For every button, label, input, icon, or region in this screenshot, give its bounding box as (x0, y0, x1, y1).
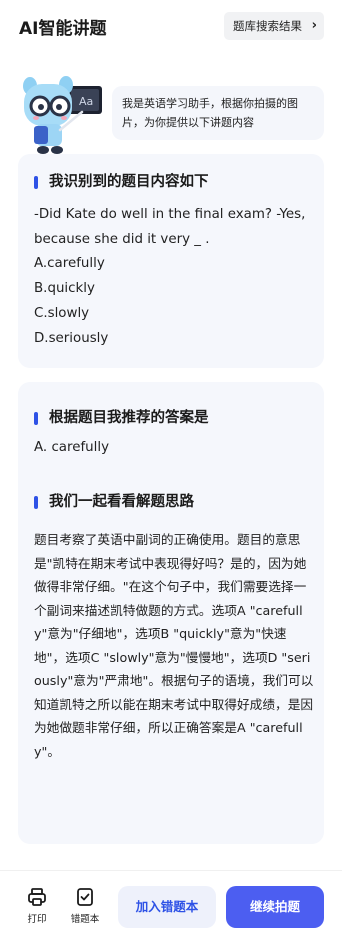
bank-search-results-button[interactable]: 题库搜索结果 › (224, 12, 324, 40)
header: AI智能讲题 题库搜索结果 › (0, 0, 342, 52)
explanation-text: 题目考察了英语中副词的正确使用。题目的意思是"凯特在期末考试中表现得好吗？是的，… (34, 532, 314, 759)
option-a: A.carefully (34, 256, 105, 271)
page-title: AI智能讲题 (19, 19, 107, 39)
explanation-title: 我们一起看看解题思路 (34, 492, 194, 512)
option-b: B.quickly (34, 281, 95, 296)
continue-photo-button[interactable]: 继续拍题 (226, 886, 324, 928)
chevron-right-icon: › (311, 18, 317, 33)
svg-text:Aa: Aa (79, 95, 93, 108)
bottom-toolbar: 打印 错题本 加入错题本 继续拍题 (0, 870, 342, 938)
intro-bubble: 我是英语学习助手，根据你拍摄的图片，为你提供以下讲题内容 (112, 86, 324, 140)
wrongbook-icon (77, 888, 93, 906)
wrongbook-button[interactable]: 错题本 (65, 887, 105, 925)
option-d: D.seriously (34, 331, 109, 346)
recognized-question-card: 我识别到的题目内容如下 -Did Kate do well in the fin… (18, 154, 324, 368)
answer-explanation-card: 根据题目我推荐的答案是 A. carefully 我们一起看看解题思路 题目考察… (18, 382, 324, 844)
print-label: 打印 (27, 914, 47, 925)
wrongbook-label: 错题本 (70, 914, 100, 925)
option-c: C.slowly (34, 306, 90, 321)
robot-mascot-illustration: Aa (16, 74, 106, 156)
recommended-answer: A. carefully (34, 440, 110, 455)
printer-icon (28, 888, 46, 906)
print-button[interactable]: 打印 (17, 887, 57, 925)
recommend-title: 根据题目我推荐的答案是 (34, 408, 209, 428)
question-text: -Did Kate do well in the final exam? -Ye… (34, 207, 306, 247)
add-to-wrongbook-button[interactable]: 加入错题本 (118, 886, 216, 928)
recognition-title: 我识别到的题目内容如下 (34, 172, 209, 192)
bank-search-results-label: 题库搜索结果 (233, 19, 302, 33)
